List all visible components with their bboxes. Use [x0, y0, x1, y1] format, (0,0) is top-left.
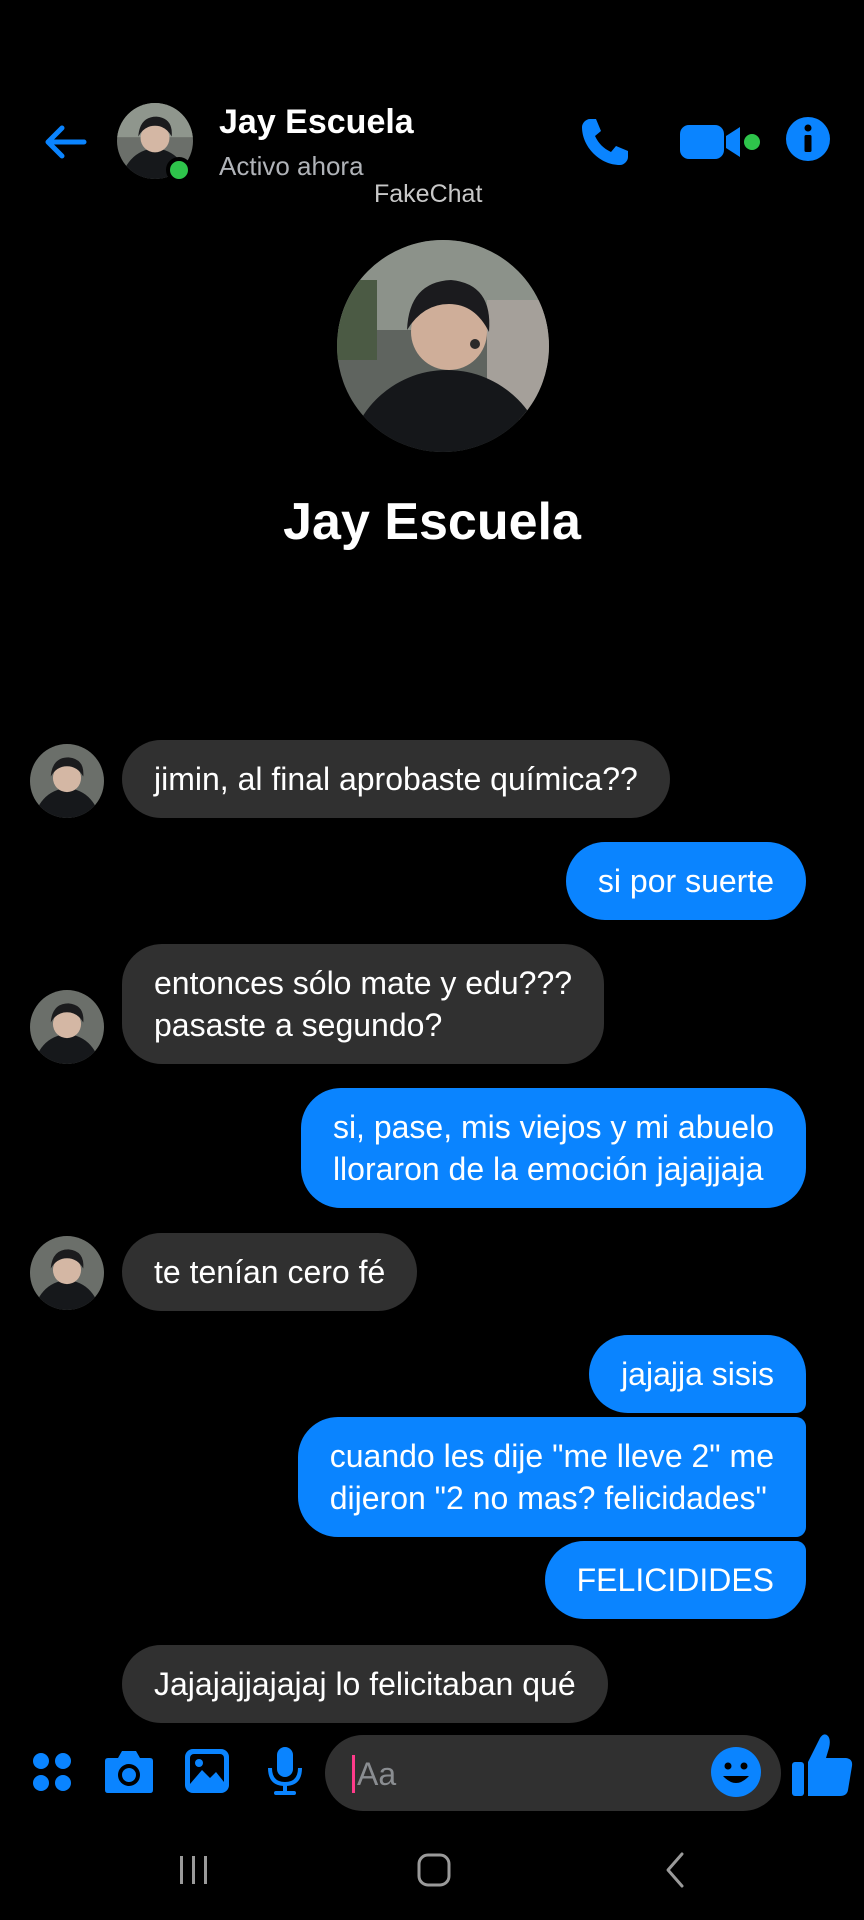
message-text-line: si, pase, mis viejos y mi abuelo — [332, 1109, 774, 1145]
message-text: te tenían cero fé — [154, 1254, 386, 1290]
message-bubble-outgoing[interactable]: si por suerte — [565, 842, 806, 920]
camera-icon[interactable] — [104, 1748, 154, 1794]
message-text: FELICIDIDES — [576, 1562, 774, 1598]
microphone-icon[interactable] — [266, 1746, 304, 1796]
message-text: Jajajajjajajaj lo felicitaban qué — [154, 1666, 576, 1702]
message-avatar[interactable] — [30, 744, 104, 818]
apps-icon[interactable] — [32, 1752, 72, 1792]
text-caret — [352, 1755, 355, 1793]
thumbs-up-icon[interactable] — [790, 1732, 854, 1798]
message-text-line: pasaste a segundo? — [154, 1007, 443, 1043]
message-input[interactable]: Aa — [325, 1735, 781, 1811]
profile-name: Jay Escuela — [283, 493, 581, 551]
message-avatar[interactable] — [30, 1236, 104, 1310]
message-bubble-incoming[interactable]: te tenían cero fé — [122, 1233, 418, 1311]
profile-photo[interactable] — [337, 240, 549, 452]
back-arrow-icon[interactable] — [40, 117, 90, 167]
message-text: jajajja sisis — [621, 1356, 774, 1392]
message-text-line: dijeron "2 no mas? felicidades" — [329, 1480, 767, 1516]
message-bubble-incoming[interactable]: jimin, al final aprobaste química?? — [122, 740, 670, 818]
message-bubble-outgoing[interactable]: cuando les dije "me lleve 2" me dijeron … — [297, 1417, 806, 1537]
system-nav-bar — [0, 1830, 864, 1920]
message-composer: Aa — [0, 1730, 864, 1820]
message-bubble-incoming[interactable]: Jajajajjajajaj lo felicitaban qué — [122, 1645, 608, 1723]
message-text-line: cuando les dije "me lleve 2" me — [329, 1438, 774, 1474]
message-text: jimin, al final aprobaste química?? — [154, 761, 638, 797]
phone-icon[interactable] — [578, 115, 632, 169]
recents-icon[interactable] — [176, 1852, 212, 1888]
contact-name[interactable]: Jay Escuela — [219, 103, 414, 142]
message-text-line: entonces sólo mate y edu??? — [154, 965, 573, 1001]
chat-header: Jay Escuela Activo ahora FakeChat — [0, 95, 864, 208]
contact-status: Activo ahora — [219, 151, 364, 181]
message-bubble-incoming[interactable]: entonces sólo mate y edu??? pasaste a se… — [122, 944, 605, 1064]
video-camera-icon[interactable] — [678, 119, 764, 165]
gallery-icon[interactable] — [184, 1748, 230, 1794]
home-icon[interactable] — [415, 1850, 453, 1890]
emoji-icon[interactable] — [709, 1745, 763, 1799]
message-input-placeholder: Aa — [357, 1756, 397, 1792]
info-icon[interactable] — [784, 115, 832, 163]
message-text-line: lloraron de la emoción jajajjaja — [332, 1151, 764, 1187]
watermark: FakeChat — [374, 180, 483, 208]
online-indicator — [166, 157, 192, 183]
message-bubble-outgoing[interactable]: FELICIDIDES — [544, 1541, 806, 1619]
message-bubble-outgoing[interactable]: si, pase, mis viejos y mi abuelo lloraro… — [300, 1088, 806, 1208]
message-text: si por suerte — [597, 863, 774, 899]
message-bubble-outgoing[interactable]: jajajja sisis — [589, 1335, 806, 1413]
nav-back-icon[interactable] — [660, 1850, 690, 1890]
message-avatar[interactable] — [30, 990, 104, 1064]
